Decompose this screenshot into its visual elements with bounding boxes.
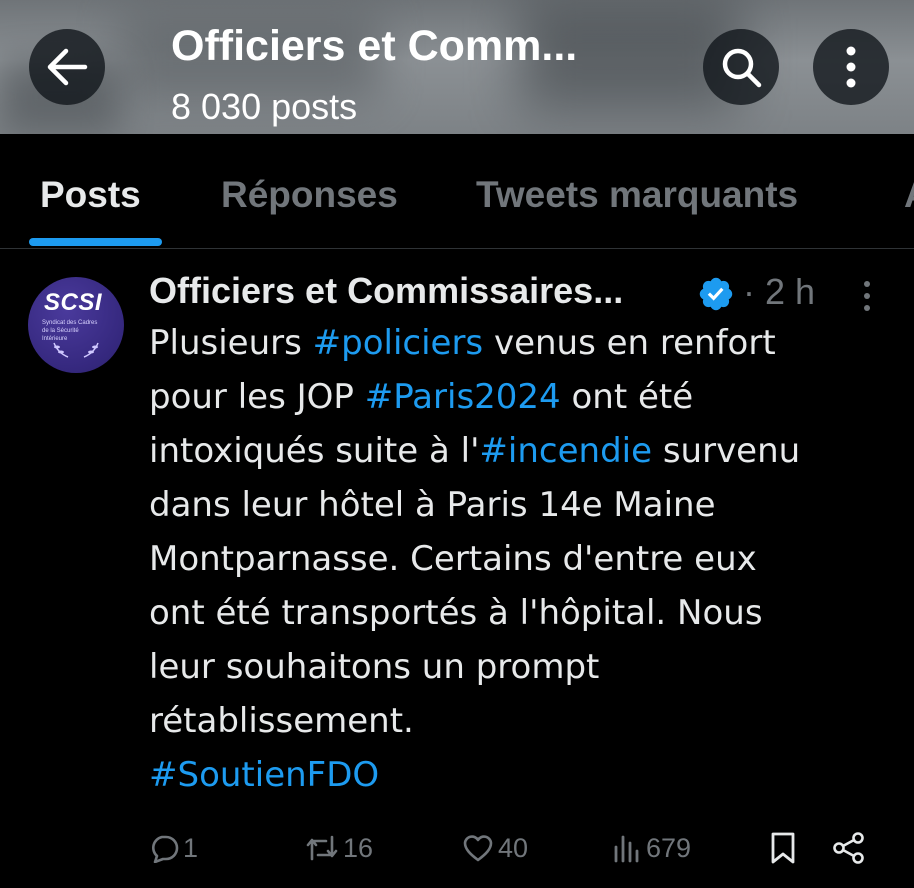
tweet-text: Plusieurs #policiers venus en renfort pou… <box>149 316 889 802</box>
view-count: 679 <box>646 832 692 863</box>
tweet-text-segment: ont été <box>560 377 694 417</box>
active-tab-indicator <box>29 238 162 246</box>
tweet-text-line: leur souhaitons un prompt <box>149 640 889 694</box>
hashtag-link[interactable]: #Paris2024 <box>365 377 561 417</box>
tweet-text-line: ont été transportés à l'hôpital. Nous <box>149 586 889 640</box>
retweet-button[interactable]: 16 <box>305 828 373 868</box>
hashtag-link[interactable]: #SoutienFDO <box>149 755 379 795</box>
tweet-time: 2 h <box>765 271 816 312</box>
reply-count: 1 <box>183 832 199 863</box>
hashtag-link[interactable]: #incendie <box>479 431 652 471</box>
tweet-text-line: pour les JOP #Paris2024 ont été <box>149 370 889 424</box>
tab-highlights[interactable]: Tweets marquants <box>476 174 798 216</box>
tab-posts[interactable]: Posts <box>40 174 141 216</box>
like-count: 40 <box>498 832 529 863</box>
tweet-text-line: #SoutienFDO <box>149 748 889 802</box>
tweet-text-segment: dans leur hôtel à Paris 14e Maine <box>149 485 716 525</box>
more-options-button[interactable] <box>813 29 889 105</box>
heart-icon <box>463 835 493 862</box>
verified-badge-icon <box>699 277 733 311</box>
tweet-text-line: Plusieurs #policiers venus en renfort <box>149 316 889 370</box>
tweet-text-segment: intoxiqués suite à l' <box>149 431 480 471</box>
hashtag-link[interactable]: #policiers <box>313 323 484 363</box>
reply-icon <box>152 835 179 863</box>
profile-tabs: Posts Réponses Tweets marquants A <box>0 134 914 249</box>
tweet-text-line: rétablissement. <box>149 694 889 748</box>
tab-overflow[interactable]: A <box>904 174 914 216</box>
tweet-text-segment: leur souhaitons un prompt <box>149 647 600 687</box>
laurel-icon <box>53 342 99 358</box>
arrow-left-icon <box>47 48 88 86</box>
analytics-icon <box>614 835 639 863</box>
tweet-text-segment: pour les JOP <box>149 377 365 417</box>
avatar[interactable]: SCSI Syndicat des Cadres de la Sécurité … <box>28 277 124 373</box>
tweet-text-line: Montparnasse. Certains d'entre eux <box>149 532 889 586</box>
tweet-timestamp[interactable]: · 2 h <box>743 271 815 313</box>
tweet-text-segment: venus en renfort <box>483 323 776 363</box>
tweet-text-line: intoxiqués suite à l'#incendie survenu <box>149 424 889 478</box>
tweet-text-segment: rétablissement. <box>149 701 414 741</box>
bookmark-button[interactable] <box>768 828 798 868</box>
post-count: 8 030 posts <box>171 86 358 127</box>
search-icon <box>722 48 762 88</box>
views-button[interactable]: 679 <box>612 828 691 868</box>
retweet-icon <box>306 835 338 861</box>
page-title: Officiers et Comm... <box>171 22 578 70</box>
like-button[interactable]: 40 <box>462 828 528 868</box>
profile-header: Officiers et Comm... 8 030 posts <box>0 0 914 134</box>
separator-dot: · <box>743 271 755 312</box>
back-button[interactable] <box>29 29 105 105</box>
tab-replies[interactable]: Réponses <box>221 174 398 216</box>
tweet-text-line: dans leur hôtel à Paris 14e Maine <box>149 478 889 532</box>
tweet-text-segment: ont été transportés à l'hôpital. Nous <box>149 593 763 633</box>
search-button[interactable] <box>703 29 779 105</box>
tweet-text-segment: Plusieurs <box>149 323 313 363</box>
tweet-text-segment: survenu <box>652 431 801 471</box>
bookmark-icon <box>771 832 795 864</box>
share-button[interactable] <box>832 828 866 868</box>
retweet-count: 16 <box>343 832 374 863</box>
tweet-text-segment: Montparnasse. Certains d'entre eux <box>149 539 757 579</box>
share-icon <box>833 832 864 864</box>
author-name[interactable]: Officiers et Commissaires... <box>149 270 623 312</box>
reply-button[interactable]: 1 <box>149 828 198 868</box>
more-vertical-icon <box>846 46 856 88</box>
tweet-more-icon[interactable] <box>855 279 879 313</box>
